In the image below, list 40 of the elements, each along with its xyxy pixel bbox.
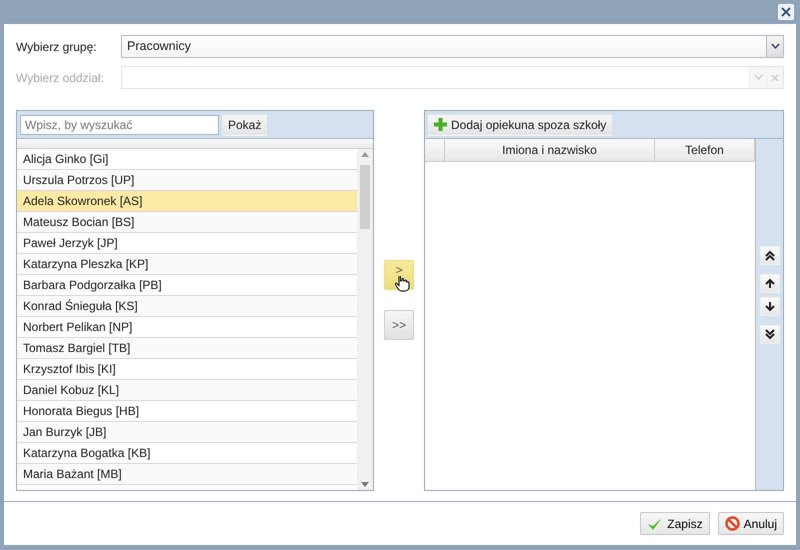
field-label: Wybierz oddział:: [16, 70, 105, 87]
close-button[interactable]: [778, 4, 794, 20]
reorder-button[interactable]: [760, 325, 780, 344]
prohibited-icon: [724, 516, 740, 532]
save-button[interactable]: Zapisz: [640, 512, 710, 536]
list-item[interactable]: Urszula Potrzos [UP]: [17, 170, 358, 192]
list-item[interactable]: Konrad Śnieguła [KS]: [17, 296, 358, 318]
scrollbar-thumb[interactable]: [360, 165, 370, 230]
field-label: Wybierz grupę:: [16, 38, 98, 56]
column-header[interactable]: Telefon: [655, 139, 755, 162]
transfer-button[interactable]: >>: [384, 310, 414, 340]
list-item[interactable]: Daniel Kobuz [KL]: [17, 380, 358, 402]
move-top-icon: [764, 250, 774, 262]
column-header[interactable]: Imiona i nazwisko: [445, 139, 655, 162]
cancel-button[interactable]: Anuluj: [718, 512, 784, 536]
search-field[interactable]: Wpisz, by wyszukać: [20, 114, 219, 135]
list-item[interactable]: Maria Bażant [MB]: [17, 464, 358, 486]
scroll-down-icon[interactable]: [361, 482, 370, 488]
dropdown-caret-icon[interactable]: [770, 44, 780, 50]
close-icon: [781, 7, 791, 18]
reorder-button[interactable]: [760, 274, 780, 294]
list-item[interactable]: Jan Burzyk [JB]: [17, 422, 358, 444]
list-item[interactable]: Mateusz Bocian [BS]: [17, 212, 358, 234]
list-item[interactable]: Adela Skowronek [AS]: [17, 191, 358, 212]
list-item[interactable]: Katarzyna Pleszka [KP]: [17, 254, 358, 276]
reorder-button[interactable]: [760, 297, 780, 316]
checkmark-icon: [647, 516, 664, 531]
scroll-up-icon[interactable]: [361, 152, 370, 158]
scrollbar[interactable]: [357, 149, 374, 490]
dropdown-field[interactable]: Pracownicy: [121, 35, 784, 58]
move-bottom-icon: [764, 329, 774, 340]
show-button[interactable]: Pokaż: [222, 114, 268, 136]
move-down-icon: [764, 301, 774, 312]
reorder-button[interactable]: [760, 246, 780, 266]
list-item[interactable]: Tomasz Bargiel [TB]: [17, 338, 358, 360]
dropdown-value: Pracownicy: [126, 38, 192, 56]
move-up-icon: [764, 278, 774, 290]
add-guardian-button[interactable]: Dodaj opiekuna spoza szkoły: [428, 114, 612, 136]
transfer-button[interactable]: >: [384, 260, 414, 290]
plus-icon: [434, 118, 447, 132]
